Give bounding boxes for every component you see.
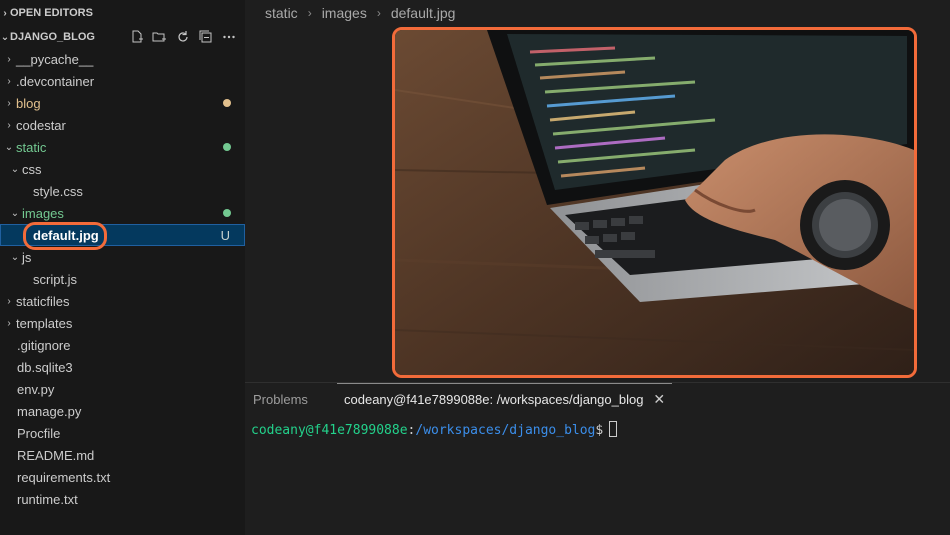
breadcrumb-item-images[interactable]: images [322,5,367,21]
chevron-right-icon: › [7,53,11,65]
chevron-down-icon: ⌄ [10,251,20,263]
tree-item-label: .devcontainer [16,73,95,89]
bottom-panel: Problems codeany@f41e7899088e: /workspac… [245,382,950,535]
chevron-right-icon: › [307,6,312,20]
chevron-right-icon: › [7,75,11,87]
tab-label: codeany@f41e7899088e: /workspaces/django… [344,392,644,407]
tree-item-label: staticfiles [16,293,70,309]
tree-item-default-jpg[interactable]: default.jpg U [0,222,245,250]
tree-item-style-css[interactable]: style.css [0,180,245,202]
tree-item-static[interactable]: ⌄ static [0,136,245,158]
chevron-down-icon: ⌄ [10,207,20,219]
refresh-icon[interactable] [174,29,191,45]
tree-item-js[interactable]: ⌄ js [0,246,245,268]
untracked-dot [223,209,231,217]
tree-item-label: runtime.txt [17,491,78,507]
new-file-icon[interactable] [128,29,145,45]
close-icon[interactable]: ✕ [653,391,665,408]
tree-item-runtime[interactable]: runtime.txt [0,488,245,510]
tree-item-label: templates [16,315,73,331]
tree-item-gitignore[interactable]: .gitignore [0,334,245,356]
open-editors-header[interactable]: › OPEN EDITORS [0,2,245,24]
tree-item-label: style.css [33,183,83,199]
terminal-cursor [609,421,618,437]
prompt-path: /workspaces/django_blog [415,423,596,438]
laptop-photo [395,30,914,375]
untracked-dot [223,143,231,151]
chevron-right-icon: › [7,295,11,307]
terminal-prompt[interactable]: codeany@f41e7899088e:/workspaces/django_… [251,421,618,438]
tree-item-pycache[interactable]: › __pycache__ [0,48,245,70]
tree-item-procfile[interactable]: Procfile [0,422,245,444]
tree-item-blog[interactable]: › blog [0,92,245,114]
project-header[interactable]: ⌄ DJANGO_BLOG [0,26,245,48]
tree-item-devcontainer[interactable]: › .devcontainer [0,70,245,92]
file-tree: › __pycache__ › .devcontainer › blog › c… [0,48,245,510]
tab-terminal[interactable]: codeany@f41e7899088e: /workspaces/django… [337,383,672,415]
tree-item-label: codestar [16,117,66,133]
explorer-actions [128,29,237,45]
tree-item-label: static [16,139,47,155]
tree-item-readme[interactable]: README.md [0,444,245,466]
tree-item-env-py[interactable]: env.py [0,378,245,400]
collapse-all-icon[interactable] [197,29,214,45]
chevron-right-icon: › [7,119,11,131]
project-label: DJANGO_BLOG [10,31,95,43]
tree-item-codestar[interactable]: › codestar [0,114,245,136]
tree-item-label: blog [16,95,41,111]
breadcrumb: static › images › default.jpg [265,5,455,21]
breadcrumb-item-file[interactable]: default.jpg [391,5,456,21]
chevron-right-icon: › [3,7,7,19]
chevron-down-icon: ⌄ [10,163,20,175]
tree-item-label: Procfile [17,425,61,441]
tree-item-manage-py[interactable]: manage.py [0,400,245,422]
explorer-sidebar: › OPEN EDITORS ⌄ DJANGO_BLOG › __pycache… [0,0,245,535]
tree-item-db-sqlite3[interactable]: db.sqlite3 [0,356,245,378]
tree-item-label: script.js [33,271,78,287]
open-editors-label: OPEN EDITORS [10,7,93,19]
chevron-right-icon: › [376,6,381,20]
breadcrumb-item-static[interactable]: static [265,5,298,21]
tree-item-label: README.md [17,447,95,463]
chevron-down-icon: ⌄ [4,141,14,153]
tree-item-requirements[interactable]: requirements.txt [0,466,245,488]
chevron-right-icon: › [7,97,11,109]
tree-item-images[interactable]: ⌄ images [0,202,245,224]
tree-item-label: js [22,249,32,265]
untracked-badge: U [220,227,230,243]
tab-problems[interactable]: Problems [253,383,308,415]
tree-item-label: requirements.txt [17,469,111,485]
tree-item-label: __pycache__ [16,51,94,67]
tree-item-label: default.jpg [33,227,99,243]
image-preview [392,27,917,378]
tree-item-label: .gitignore [17,337,71,353]
more-icon[interactable] [220,29,237,45]
tree-item-label: css [22,161,42,177]
new-folder-icon[interactable] [151,29,168,45]
tree-item-label: images [22,205,64,221]
modified-dot [223,99,231,107]
tree-item-script-js[interactable]: script.js [0,268,245,290]
tree-item-label: manage.py [17,403,82,419]
prompt-user: codeany@f41e7899088e [251,423,408,438]
tab-label: Problems [253,391,308,407]
tree-item-templates[interactable]: › templates [0,312,245,334]
prompt-symbol: $ [595,423,604,438]
tree-item-staticfiles[interactable]: › staticfiles [0,290,245,312]
chevron-right-icon: › [7,317,11,329]
tree-item-label: db.sqlite3 [17,359,73,375]
tree-item-css[interactable]: ⌄ css [0,158,245,180]
tree-item-label: env.py [17,381,55,397]
chevron-down-icon: ⌄ [0,31,10,43]
